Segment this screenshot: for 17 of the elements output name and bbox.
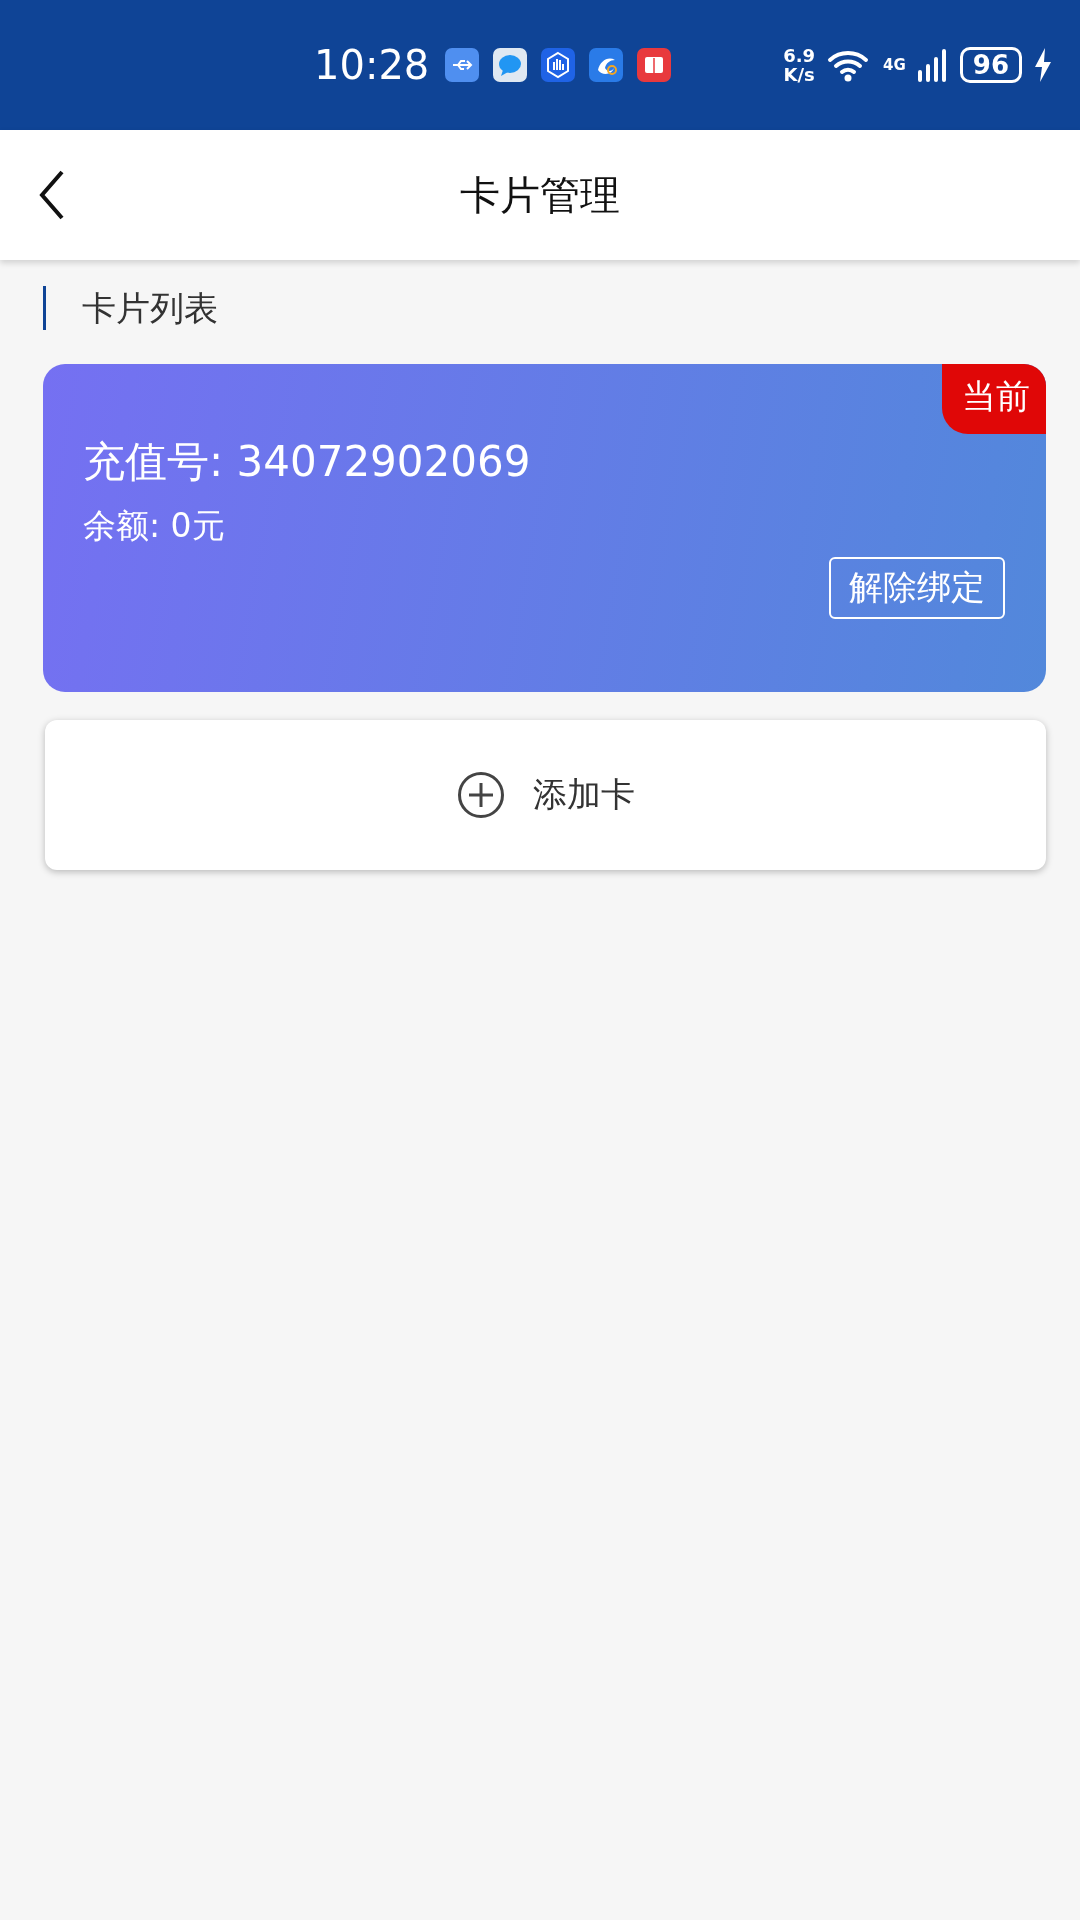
section-title: 卡片列表 [43,286,1046,330]
card-number: 充值号: 34072902069 [83,436,531,488]
current-badge: 当前 [942,364,1046,434]
usb-icon [445,48,480,82]
chat-bubble-icon [493,48,528,82]
battery-level: 96 [959,47,1022,83]
card-balance: 余额: 0元 [83,505,225,547]
network-type: 4G [883,56,906,74]
unbind-button[interactable]: 解除绑定 [829,557,1005,619]
network-speed: 6.9 K/s [783,46,816,84]
page-title: 卡片管理 [460,170,620,220]
status-time: 10:28 [314,42,430,88]
book-icon [637,48,672,82]
recharge-card[interactable]: 当前 充值号: 34072902069 余额: 0元 解除绑定 [43,364,1046,692]
add-card-button[interactable]: 添加卡 [45,720,1046,870]
signal-icon [917,48,948,82]
plus-circle-icon [456,771,505,819]
